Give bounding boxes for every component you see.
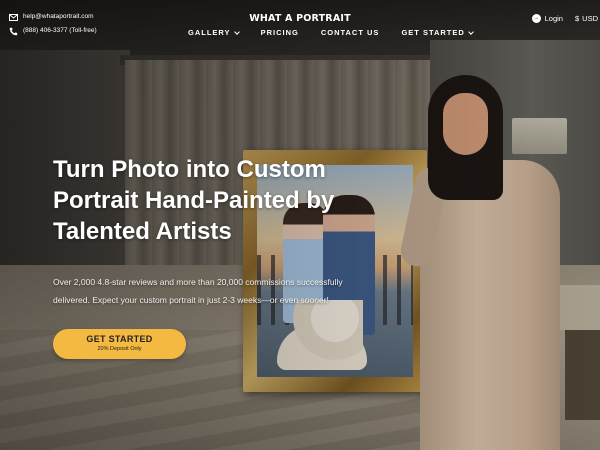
- currency-symbol: $: [574, 14, 580, 23]
- email-link[interactable]: help@whataportrait.com: [23, 10, 94, 24]
- hero-subtitle-line-2: delivered. Expect your custom portrait i…: [53, 295, 329, 305]
- chevron-down-icon: [467, 28, 474, 35]
- hero-title-line-1: Turn Photo into Custom: [53, 156, 326, 183]
- hero-subtitle: Over 2,000 4.8-star reviews and more tha…: [53, 273, 398, 309]
- nav-gallery-label: GALLERY: [188, 28, 231, 37]
- chevron-down-icon: [233, 28, 240, 35]
- get-started-button[interactable]: GET STARTED 20% Deposit Only: [53, 329, 186, 359]
- currency-label: USD: [582, 14, 598, 23]
- login-icon: →: [531, 14, 541, 23]
- nav-gallery[interactable]: GALLERY: [188, 28, 240, 37]
- cta-sublabel: 20% Deposit Only: [97, 346, 142, 352]
- phone-contact[interactable]: (888) 406-3377 (Toll-free): [9, 24, 97, 38]
- nav-pricing-label: PRICING: [260, 28, 299, 37]
- hero-title-line-3: Talented Artists: [53, 218, 232, 245]
- hero-subtitle-line-1: Over 2,000 4.8-star reviews and more tha…: [53, 277, 343, 287]
- nav-contact-us-label: CONTACT US: [320, 28, 380, 37]
- cta-label: GET STARTED: [86, 334, 153, 344]
- mail-icon: [9, 13, 18, 22]
- currency-selector[interactable]: $ USD: [575, 14, 600, 23]
- nav-get-started-label: GET STARTED: [401, 28, 465, 37]
- email-contact[interactable]: help@whataportrait.com: [9, 10, 97, 24]
- nav-pricing[interactable]: PRICING: [261, 28, 299, 37]
- nav-contact-us[interactable]: CONTACT US: [321, 28, 380, 37]
- header-utilities: → Login $ USD: [531, 14, 600, 23]
- site-header: help@whataportrait.com (888) 406-3377 (T…: [0, 0, 600, 48]
- site-logo[interactable]: WHAT A PORTRAIT: [249, 13, 351, 24]
- phone-link[interactable]: (888) 406-3377 (Toll-free): [23, 24, 97, 38]
- login-button[interactable]: → Login: [531, 14, 563, 23]
- hero-title: Turn Photo into Custom Portrait Hand-Pai…: [53, 154, 413, 247]
- hero-title-line-2: Portrait Hand-Painted by: [53, 187, 335, 214]
- phone-icon: [9, 27, 18, 36]
- nav-get-started[interactable]: GET STARTED: [401, 28, 474, 37]
- main-nav: GALLERY PRICING CONTACT US GET STARTED: [188, 28, 495, 37]
- login-label: Login: [544, 14, 563, 23]
- contact-info: help@whataportrait.com (888) 406-3377 (T…: [9, 10, 97, 38]
